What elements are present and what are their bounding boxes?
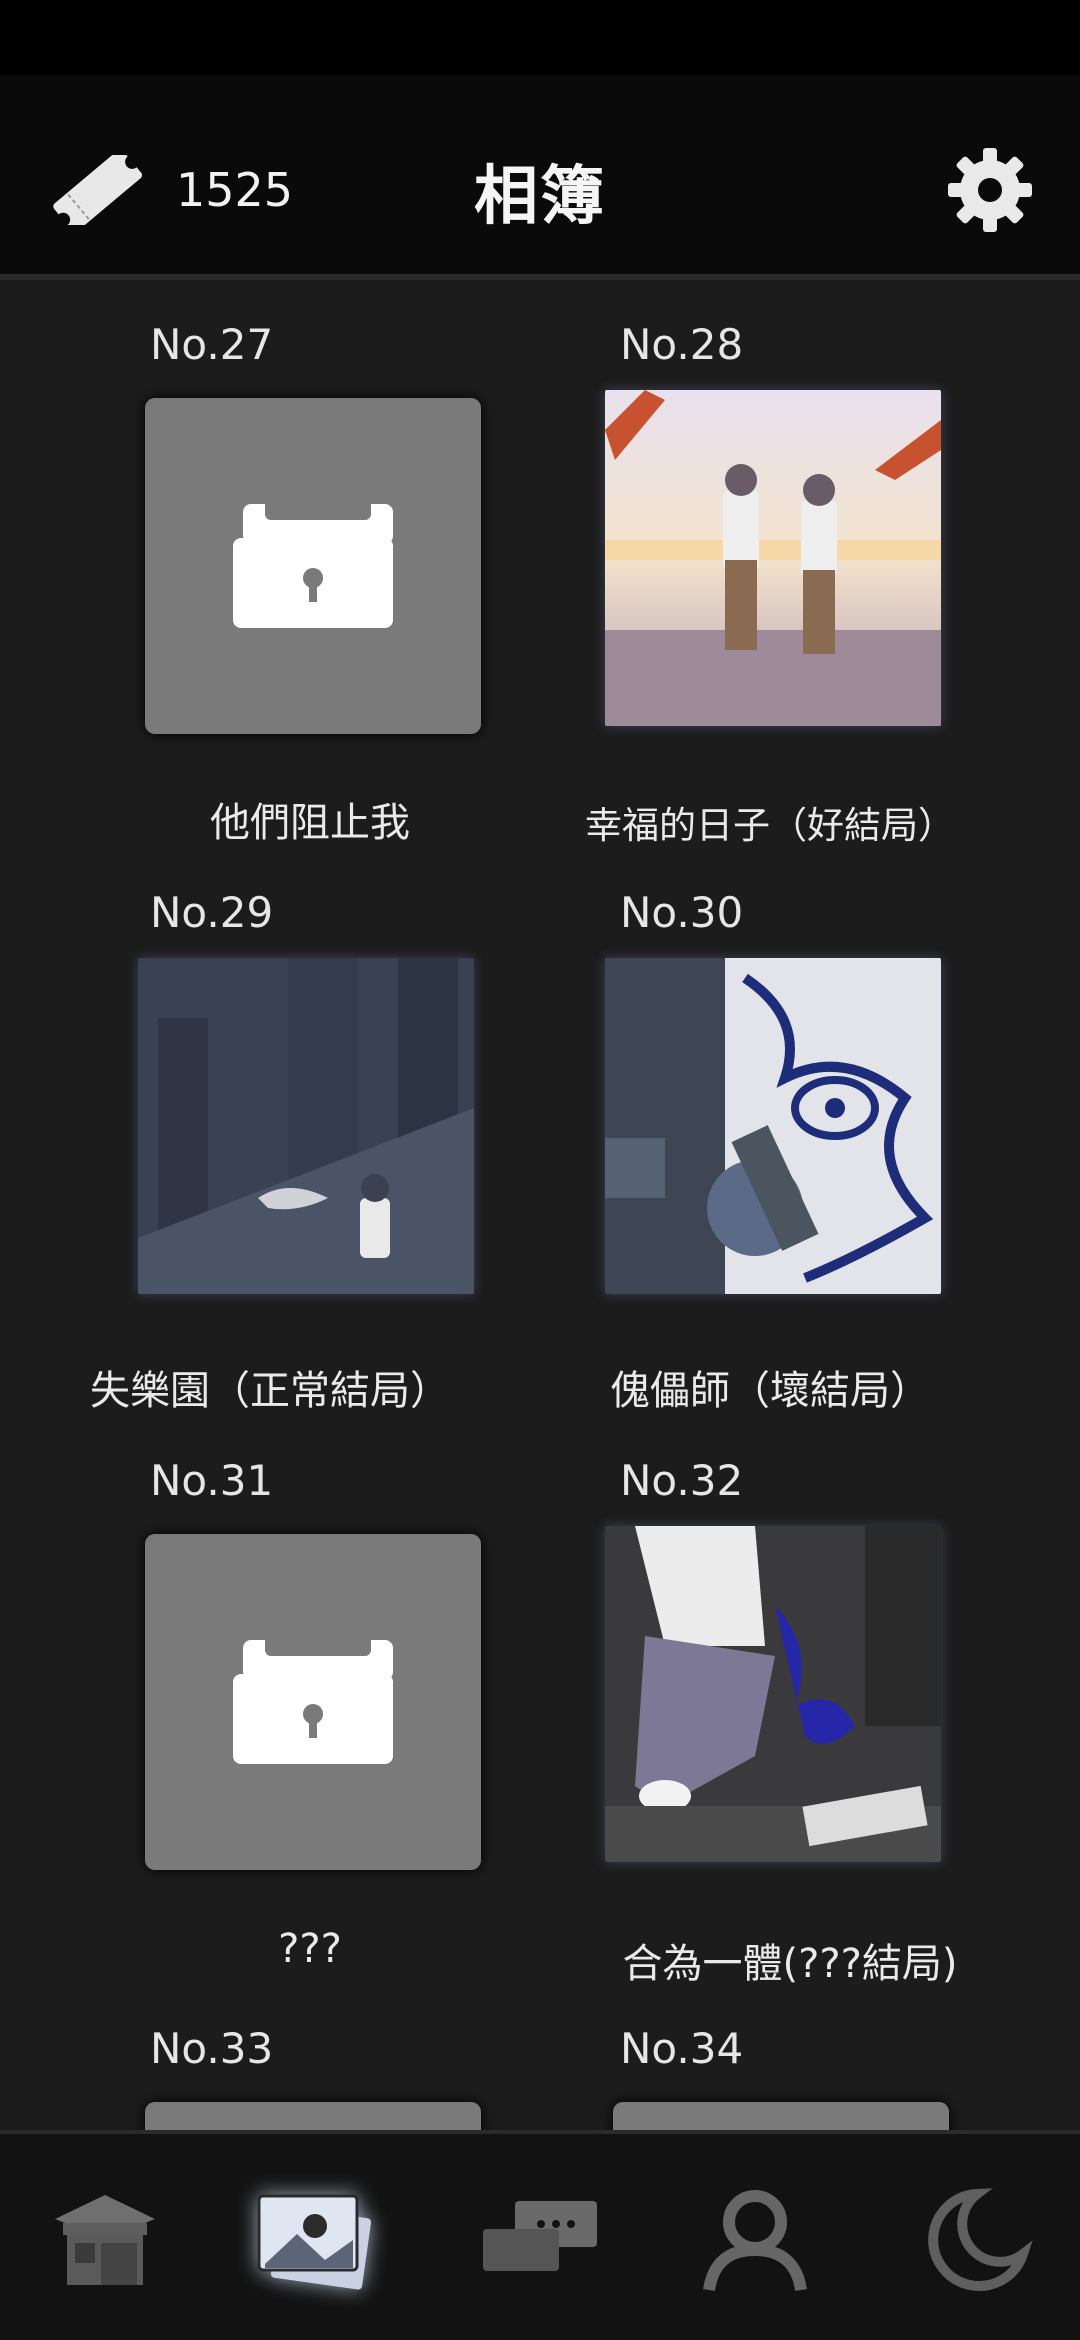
lock-icon xyxy=(233,498,393,628)
item-number: No.28 xyxy=(620,320,744,369)
nav-messages[interactable] xyxy=(470,2179,610,2299)
locked-thumbnail[interactable] xyxy=(145,2102,481,2130)
status-bar xyxy=(0,0,1080,75)
page-title: 相簿 xyxy=(474,160,606,234)
bottom-nav xyxy=(0,2130,1080,2340)
item-caption: 合為一體(???結局) xyxy=(622,1941,958,1987)
locked-thumbnail[interactable] xyxy=(145,1534,481,1870)
item-number: No.34 xyxy=(620,2024,744,2073)
moon-icon xyxy=(928,2188,1033,2291)
thumbnail-image[interactable] xyxy=(605,958,941,1294)
item-caption: 幸福的日子（好結局） xyxy=(585,804,955,847)
item-number: No.27 xyxy=(150,320,274,369)
item-caption: 他們阻止我 xyxy=(210,800,410,846)
locked-thumbnail[interactable] xyxy=(613,2102,949,2130)
item-number: No.30 xyxy=(620,888,744,937)
thumbnail-image[interactable] xyxy=(605,390,941,726)
item-number: No.29 xyxy=(150,888,274,937)
nav-characters[interactable] xyxy=(685,2179,825,2299)
item-number: No.31 xyxy=(150,1456,274,1505)
locked-thumbnail[interactable] xyxy=(145,398,481,734)
thumbnail-image[interactable] xyxy=(605,1526,941,1862)
album-icon xyxy=(257,2194,372,2290)
thumbnail-image[interactable] xyxy=(138,958,474,1294)
lock-icon xyxy=(233,1634,393,1764)
album-grid: No.27 他們阻止我 No.28 幸福的日子（好結局） No.29 失樂園（正… xyxy=(0,290,1080,2130)
item-caption: 失樂園（正常結局） xyxy=(90,1368,450,1414)
chat-icon xyxy=(483,2201,597,2271)
item-caption: ??? xyxy=(278,1926,342,1972)
item-number: No.32 xyxy=(620,1456,744,1505)
shop-icon xyxy=(55,2195,155,2285)
gear-icon[interactable] xyxy=(940,140,1040,240)
person-icon xyxy=(703,2190,807,2292)
nav-night[interactable] xyxy=(905,2179,1045,2299)
item-number: No.33 xyxy=(150,2024,274,2073)
nav-album[interactable] xyxy=(245,2179,385,2299)
item-caption: 傀儡師（壞結局） xyxy=(610,1368,930,1414)
header-bar: 1525 相簿 xyxy=(0,75,1080,280)
nav-shop[interactable] xyxy=(35,2179,175,2299)
